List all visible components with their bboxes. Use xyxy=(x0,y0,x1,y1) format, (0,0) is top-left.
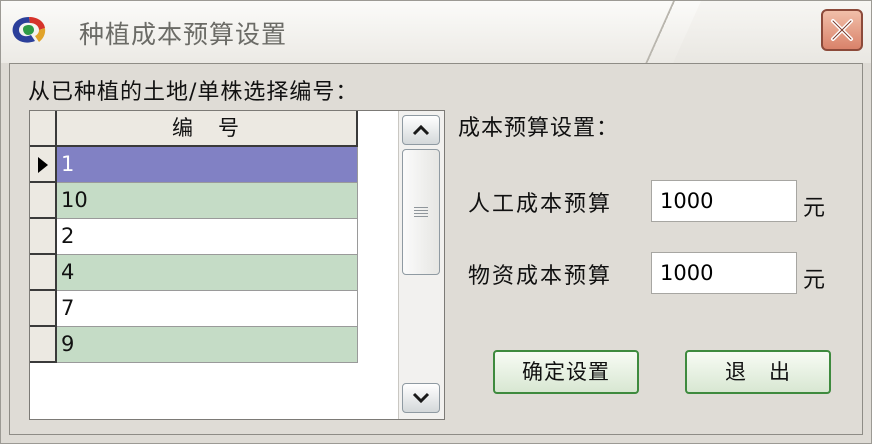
current-row-arrow-icon xyxy=(38,157,48,173)
table-row[interactable]: 4 xyxy=(57,255,358,291)
settings-heading: 成本预算设置： xyxy=(458,116,620,141)
grip-icon xyxy=(414,207,428,217)
chevron-down-icon xyxy=(412,392,430,404)
labor-cost-unit: 元 xyxy=(803,196,826,221)
dialog-window: 种植成本预算设置 从已种植的土地/单株选择编号： 编 号 1 10 2 4 7 … xyxy=(0,0,872,444)
window-title: 种植成本预算设置 xyxy=(79,20,288,49)
table-row[interactable]: 9 xyxy=(57,327,358,363)
row-header[interactable] xyxy=(30,255,57,291)
table-row[interactable]: 10 xyxy=(57,183,358,219)
row-header-selected[interactable] xyxy=(30,147,57,183)
grid-corner-header xyxy=(30,111,57,147)
client-area: 从已种植的土地/单株选择编号： 编 号 1 10 2 4 7 9 成本预算设置：… xyxy=(9,63,863,435)
scroll-thumb[interactable] xyxy=(402,149,440,275)
app-logo-icon xyxy=(12,17,46,43)
material-cost-unit: 元 xyxy=(803,268,826,293)
close-icon xyxy=(831,19,853,41)
scroll-up-button[interactable] xyxy=(402,115,440,145)
material-cost-input[interactable] xyxy=(651,252,797,294)
exit-button[interactable]: 退 出 xyxy=(685,350,831,394)
row-header[interactable] xyxy=(30,219,57,255)
number-grid[interactable]: 编 号 1 10 2 4 7 9 xyxy=(29,110,445,420)
confirm-settings-button[interactable]: 确定设置 xyxy=(493,350,639,394)
vertical-scrollbar[interactable] xyxy=(398,111,444,419)
row-header[interactable] xyxy=(30,291,57,327)
table-row[interactable]: 2 xyxy=(57,219,358,255)
material-cost-label: 物资成本预算 xyxy=(468,264,613,289)
chevron-up-icon xyxy=(412,124,430,136)
list-label: 从已种植的土地/单株选择编号： xyxy=(28,80,359,105)
row-header[interactable] xyxy=(30,327,57,363)
labor-cost-label: 人工成本预算 xyxy=(468,192,613,217)
labor-cost-input[interactable] xyxy=(651,180,797,222)
column-header-number[interactable]: 编 号 xyxy=(57,111,358,147)
row-header[interactable] xyxy=(30,183,57,219)
scroll-down-button[interactable] xyxy=(402,383,440,413)
table-row[interactable]: 1 xyxy=(57,147,358,183)
title-bar[interactable]: 种植成本预算设置 xyxy=(1,1,871,63)
table-row[interactable]: 7 xyxy=(57,291,358,327)
close-button[interactable] xyxy=(821,9,863,51)
